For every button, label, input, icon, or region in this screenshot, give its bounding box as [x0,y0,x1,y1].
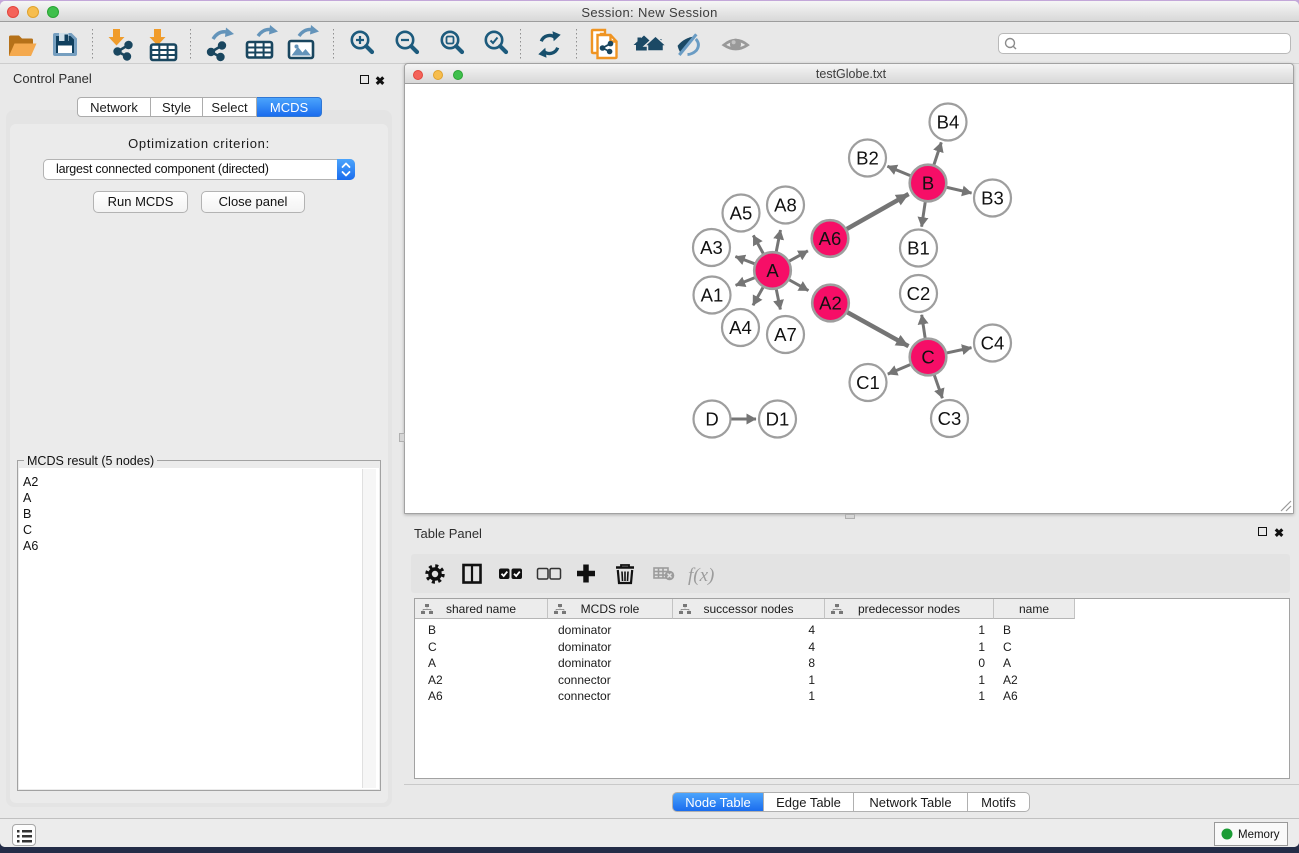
svg-text:D1: D1 [766,409,790,430]
svg-text:B4: B4 [937,112,960,133]
svg-text:A6: A6 [819,228,842,249]
svg-text:A3: A3 [700,237,723,258]
svg-text:A1: A1 [701,285,724,306]
svg-text:B1: B1 [907,238,930,259]
svg-text:C2: C2 [907,283,931,304]
svg-text:B3: B3 [981,188,1004,209]
svg-text:C1: C1 [856,372,880,393]
svg-text:A8: A8 [774,195,797,216]
svg-text:A7: A7 [774,324,797,345]
svg-text:B2: B2 [856,148,879,169]
svg-text:A5: A5 [730,203,753,224]
svg-text:D: D [705,409,718,430]
svg-text:C3: C3 [938,408,962,429]
svg-text:A4: A4 [729,317,752,338]
svg-text:C: C [921,347,934,368]
svg-text:A: A [766,260,779,281]
svg-text:A2: A2 [819,293,842,314]
svg-text:B: B [922,173,934,194]
svg-text:f(x): f(x) [688,565,714,586]
svg-text:C4: C4 [981,333,1005,354]
svg-text:Memory: Memory [1238,829,1280,841]
